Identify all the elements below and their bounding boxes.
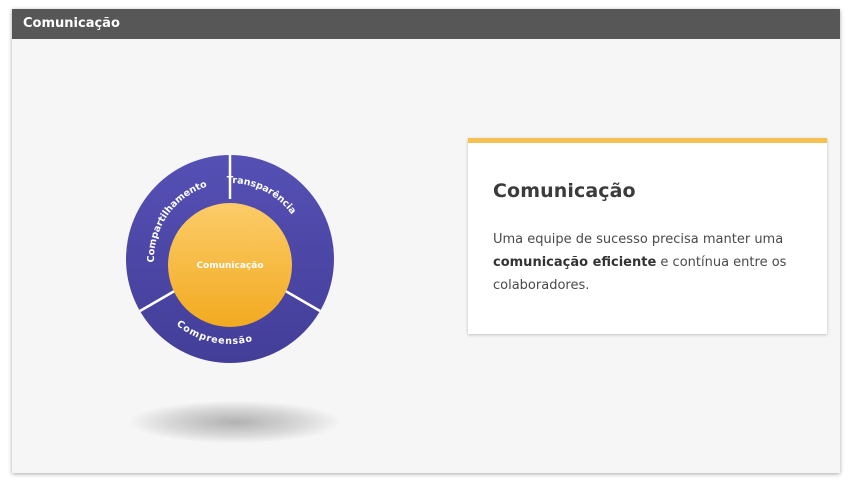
diagram-shadow — [130, 401, 340, 443]
card-body: Uma equipe de sucesso precisa manter uma… — [493, 228, 802, 297]
slide-frame: Comunicação Transparência Compartilhamen… — [12, 9, 840, 473]
card-text-start: Uma equipe de sucesso precisa manter uma — [493, 232, 784, 247]
card-text-bold: comunicação eficiente — [493, 255, 657, 270]
diagram-center-label: Comunicação — [196, 261, 263, 271]
card-title: Comunicação — [493, 180, 636, 202]
communication-diagram: Transparência Compartilhamento Compreens… — [126, 155, 334, 363]
info-card: Comunicação Uma equipe de sucesso precis… — [468, 138, 827, 334]
window-title: Comunicação — [12, 9, 840, 39]
